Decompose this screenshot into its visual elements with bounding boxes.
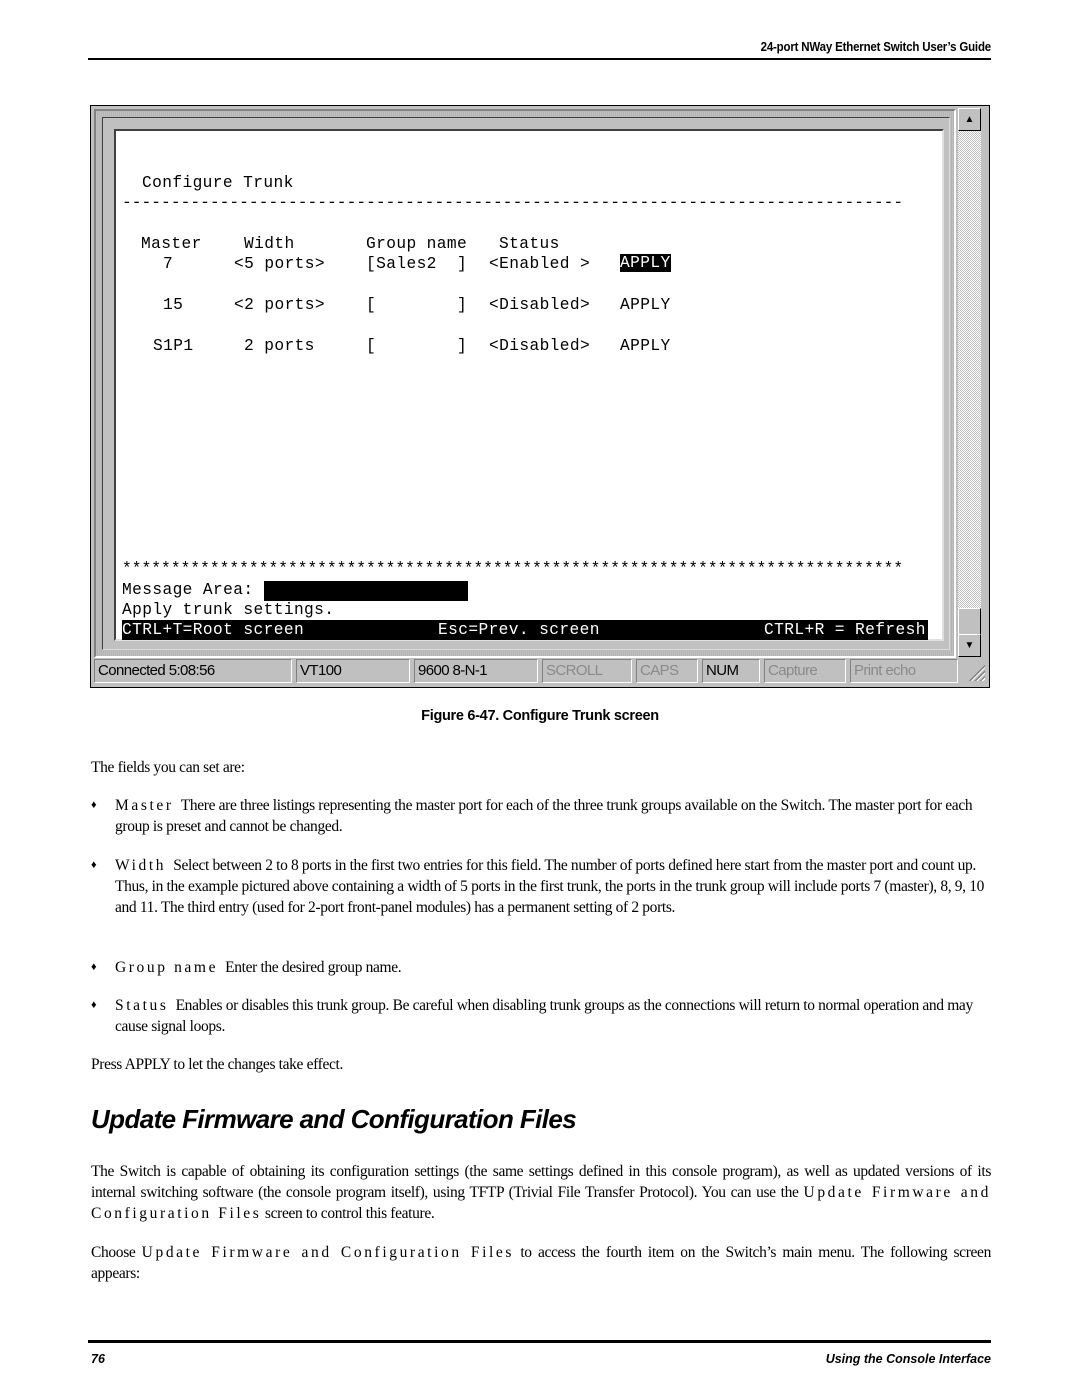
col-header-status: Status [499, 235, 560, 253]
row2-width-selector[interactable]: <2 ports> [234, 295, 325, 315]
terminal-window: Configure Trunk ------------------------… [90, 105, 990, 688]
row3-master: S1P1 [153, 337, 194, 355]
status-num: NUM [702, 659, 760, 683]
field-term: Group name [115, 959, 219, 976]
row1-width-selector[interactable]: <5 ports> [234, 254, 325, 274]
screen-title: Configure Trunk [142, 174, 294, 192]
footer-section-name: Using the Console Interface [825, 1352, 991, 1366]
row3-group-name-field[interactable]: [ ] [366, 336, 467, 356]
col-header-width: Width [244, 235, 295, 253]
star-separator: ****************************************… [122, 560, 904, 578]
field-item-width: ♦ Width Select between 2 to 8 ports in t… [91, 855, 991, 918]
key-hint-bar: CTRL+T=Root screen Esc=Prev. screen CTRL… [122, 620, 928, 640]
section-heading: Update Firmware and Configuration Files [91, 1104, 577, 1134]
status-caps: CAPS [636, 659, 698, 683]
resize-grip-icon[interactable] [967, 663, 985, 681]
row3-status-selector[interactable]: <Disabled> [489, 336, 590, 356]
scroll-down-button[interactable]: ▼ [958, 634, 981, 657]
footer-rule [88, 1340, 991, 1343]
row3-apply-button[interactable]: APPLY [620, 336, 671, 356]
row2-group-name-field[interactable]: [ ] [366, 295, 467, 315]
status-capture: Capture [764, 659, 846, 683]
row2-master: 15 [163, 296, 184, 314]
header-rule [88, 58, 991, 60]
message-area-label: Message Area: [122, 581, 254, 599]
message-text: Apply trunk settings. [122, 601, 335, 619]
field-term: Master [115, 797, 174, 814]
field-item-master: ♦ Master There are three listings repres… [91, 795, 991, 837]
figure-caption: Figure 6-47. Configure Trunk screen [421, 708, 659, 724]
row1-group-name-field[interactable]: [Sales2 ] [366, 254, 467, 274]
running-header: 24-port NWay Ethernet Switch User’s Guid… [760, 40, 992, 54]
row1-master: 7 [163, 255, 174, 273]
refresh-hint[interactable]: CTRL+R = Refresh [764, 620, 926, 640]
arrow-up-icon: ▲ [964, 113, 975, 125]
status-port-settings: 9600 8-N-1 [414, 659, 538, 683]
field-desc: Enables or disables this trunk group. Be… [115, 997, 973, 1035]
root-screen-hint[interactable]: CTRL+T=Root screen [122, 620, 304, 640]
field-desc: Enter the desired group name. [225, 959, 402, 976]
section-paragraph-2: Choose Update Firmware and Configuration… [91, 1242, 991, 1284]
diamond-bullet-icon: ♦ [91, 999, 97, 1011]
terminal-frame: Configure Trunk ------------------------… [94, 109, 956, 658]
separator-line: ----------------------------------------… [122, 194, 904, 212]
col-header-master: Master [141, 235, 202, 253]
intro-text: The fields you can set are: [91, 759, 245, 776]
status-scroll: SCROLL [542, 659, 632, 683]
field-desc: There are three listings representing th… [115, 797, 973, 835]
terminal-screen[interactable]: Configure Trunk ------------------------… [114, 129, 944, 641]
row2-status-selector[interactable]: <Disabled> [489, 295, 590, 315]
section-paragraph-1: The Switch is capable of obtaining its c… [91, 1161, 991, 1224]
field-item-status: ♦ Status Enables or disables this trunk … [91, 995, 991, 1037]
field-term: Status [115, 997, 169, 1014]
scroll-up-button[interactable]: ▲ [958, 108, 981, 131]
menu-term: Update Firmware and Configuration Files [141, 1244, 515, 1261]
field-item-group-name: ♦ Group name Enter the desired group nam… [91, 957, 991, 978]
message-area-box [264, 581, 468, 601]
field-term: Width [115, 857, 167, 874]
vertical-scrollbar[interactable]: ▲ ▼ [958, 108, 981, 657]
field-desc: Select between 2 to 8 ports in the first… [115, 857, 985, 916]
row1-status-selector[interactable]: <Enabled > [489, 254, 590, 274]
diamond-bullet-icon: ♦ [91, 799, 97, 811]
status-connected: Connected 5:08:56 [94, 659, 292, 683]
para-text: screen to control this feature. [261, 1205, 435, 1222]
diamond-bullet-icon: ♦ [91, 859, 97, 871]
status-bar: Connected 5:08:56 VT100 9600 8-N-1 SCROL… [93, 659, 987, 685]
row3-width: 2 ports [244, 337, 315, 355]
row2-apply-button[interactable]: APPLY [620, 295, 671, 315]
col-header-group-name: Group name [366, 235, 468, 253]
row1-apply-button[interactable]: APPLY [620, 254, 671, 272]
para-text: Choose [91, 1244, 142, 1261]
arrow-down-icon: ▼ [964, 639, 975, 651]
diamond-bullet-icon: ♦ [91, 961, 97, 973]
status-print-echo: Print echo [850, 659, 958, 683]
prev-screen-hint[interactable]: Esc=Prev. screen [438, 620, 600, 640]
apply-note: Press APPLY to let the changes take effe… [91, 1056, 343, 1073]
status-emulation: VT100 [296, 659, 410, 683]
